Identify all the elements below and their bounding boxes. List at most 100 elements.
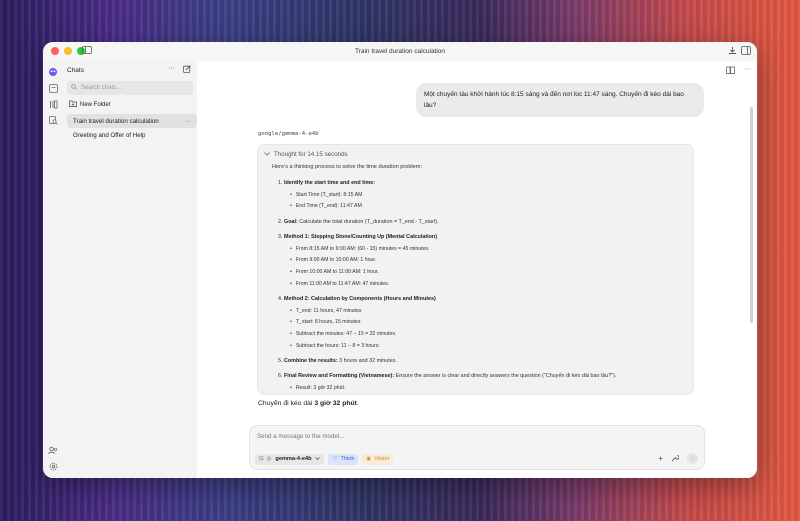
step-number: 4. (278, 295, 283, 302)
tools-icon[interactable] (671, 454, 680, 464)
thought-panel: Thought for 14.15 seconds Here's a think… (257, 144, 694, 395)
message-composer: ⊡ ◎ gemma-4-e4b ♡ Think ◉ Vision + (249, 425, 705, 470)
bullet-text: Result: 3 giờ 32 phút. (295, 384, 346, 391)
chevron-down-icon (315, 456, 321, 462)
library-icon[interactable] (48, 99, 58, 109)
sidebar-title: Chats (67, 67, 84, 74)
step-number: 1. (278, 180, 283, 186)
app-logo-icon[interactable] (48, 67, 58, 77)
model-selector-label: gemma-4-e4b (275, 456, 312, 462)
answer-suffix: . (356, 400, 359, 407)
bullet-dot-icon: • (290, 307, 292, 314)
step-heading: Identify the start time and end time: (284, 180, 376, 186)
panel-toggle-icon[interactable] (741, 46, 751, 57)
folder-plus-icon (69, 100, 77, 109)
search-files-icon[interactable] (48, 115, 58, 125)
add-icon[interactable]: + (658, 454, 663, 463)
thought-bullet: • Subtract the minutes: 47 − 15 = 32 minu… (290, 331, 396, 337)
thought-step: 4. Method 2: Calculation by Components (… (278, 296, 436, 302)
model-settings-icon: ◎ (266, 456, 272, 462)
thought-step: 2. Goal: Calculate the total duration (T… (278, 219, 439, 225)
more-options-icon[interactable]: ··· (168, 65, 175, 75)
think-label: Think (340, 456, 355, 462)
chat-item[interactable]: Greeting and Offer of Help (67, 128, 197, 142)
titlebar: Train travel duration calculation (43, 42, 757, 62)
eye-icon: ◉ (366, 456, 372, 462)
thought-bullet: • T_start: 8 hours, 15 minutes (290, 319, 360, 325)
new-folder-button[interactable]: New Folder (69, 100, 111, 109)
conversation-panel: ··· Một chuyến tàu khởi hành lúc 8:15 sá… (197, 61, 757, 478)
step-heading: Method 1: Stepping Stone/Counting Up (Me… (284, 233, 438, 240)
thought-bullet: • Subtract the hours: 11 − 8 = 3 hours. (290, 343, 380, 349)
thought-step: 3. Method 1: Stepping Stone/Counting Up … (278, 234, 437, 240)
download-icon[interactable] (728, 46, 737, 57)
search-chats-box[interactable]: Search chats... (67, 81, 193, 95)
thought-bullet: • From 8:15 AM to 9:00 AM: (60 - 15) minu… (290, 246, 429, 252)
scrollbar[interactable] (750, 107, 753, 323)
users-icon[interactable] (48, 445, 58, 455)
model-selector[interactable]: ⊡ ◎ gemma-4-e4b (255, 453, 325, 465)
send-button[interactable]: ↑ (687, 453, 698, 464)
bullet-text: From 10:00 AM to 11:00 AM: 1 hour. (295, 268, 379, 275)
bullet-text: From 8:15 AM to 9:00 AM: (60 - 15) minut… (295, 245, 430, 252)
thought-bullet: • From 9:00 AM to 10:00 AM: 1 hour. (290, 257, 376, 263)
bullet-dot-icon: • (290, 245, 292, 252)
bullet-dot-icon: • (290, 191, 292, 198)
chat-item-active[interactable]: Train travel duration calculation ··· (67, 114, 197, 128)
thought-bullet: • T_end: 11 hours, 47 minutes (290, 308, 361, 314)
settings-gear-icon[interactable] (48, 461, 58, 471)
search-icon (71, 84, 77, 92)
thought-intro: Here's a thinking process to solve the t… (272, 164, 422, 170)
thought-duration-label: Thought for 14.15 seconds (274, 151, 348, 158)
thought-bullet: • From 10:00 AM to 11:00 AM: 1 hour. (290, 269, 379, 275)
user-message-bubble: Một chuyến tàu khởi hành lúc 8:15 sáng v… (416, 83, 704, 117)
chat-item-label: Greeting and Offer of Help (73, 131, 146, 139)
assistant-answer: Chuyến đi kéo dài 3 giờ 32 phút. (258, 400, 359, 407)
chat-item-label: Train travel duration calculation (73, 117, 159, 125)
think-toggle[interactable]: ♡ Think (328, 453, 359, 465)
bullet-dot-icon: • (290, 319, 292, 326)
thought-bullet: • Result: 3 giờ 32 phút. (290, 385, 345, 391)
new-chat-icon[interactable] (183, 65, 191, 75)
chat-sidebar: Chats ··· Search chats... New Folder Tra… (63, 61, 198, 478)
vision-toggle[interactable]: ◉ Vision (362, 453, 394, 465)
bullet-text: Subtract the hours: 11 − 8 = 3 hours. (295, 342, 380, 349)
chat-more-icon[interactable]: ··· (184, 118, 191, 125)
thought-bullet: • From 11:00 AM to 11:47 AM: 47 minutes. (290, 281, 389, 287)
step-heading: Combine the results: (284, 357, 338, 364)
thought-step: 6. Final Review and Formatting (Vietname… (278, 373, 616, 379)
answer-bold: 3 giờ 32 phút (314, 400, 357, 407)
sidebar-actions: ··· (168, 65, 191, 75)
thought-bullet: • Start Time (T_start): 8:15 AM (290, 192, 362, 198)
vision-label: Vision (374, 456, 390, 462)
bullet-dot-icon: • (290, 268, 292, 275)
step-heading: Final Review and Formatting (Vietnamese)… (284, 373, 395, 379)
bullet-dot-icon: • (290, 384, 292, 391)
bullet-text: T_start: 8 hours, 15 minutes (295, 319, 361, 326)
composer-actions: + ↑ (658, 453, 698, 464)
bullet-text: T_end: 11 hours, 47 minutes (295, 307, 362, 314)
new-folder-label: New Folder (80, 101, 111, 108)
message-input[interactable] (257, 433, 677, 440)
model-name-label: google/gemma-4-e4b (258, 131, 319, 137)
composer-controls: ⊡ ◎ gemma-4-e4b ♡ Think ◉ Vision (255, 453, 699, 465)
thought-step: 5. Combine the results: 3 hours and 32 m… (278, 358, 397, 364)
step-number: 3. (278, 233, 283, 240)
book-icon[interactable] (726, 66, 735, 76)
step-number: 2. (278, 218, 283, 225)
bullet-dot-icon: • (290, 280, 292, 287)
thought-step: 1. Identify the start time and end time: (278, 180, 375, 186)
bullet-text: From 9:00 AM to 10:00 AM: 1 hour. (295, 257, 377, 264)
chat-icon[interactable] (48, 83, 58, 93)
app-window: Train travel duration calculation Chats (43, 42, 757, 478)
bullet-dot-icon: • (290, 330, 292, 337)
overflow-menu-icon[interactable]: ··· (744, 66, 751, 76)
bullet-text: End Time (T_end): 11:47 AM (295, 203, 362, 210)
step-heading: Method 2: Calculation by Components (Hou… (284, 295, 436, 302)
bullet-text: Subtract the minutes: 47 − 15 = 32 minut… (295, 330, 397, 337)
chevron-down-icon (264, 151, 270, 158)
bullet-text: Start Time (T_start): 8:15 AM (295, 191, 363, 198)
lock-icon: ⊡ (259, 456, 264, 462)
thought-toggle[interactable]: Thought for 14.15 seconds (264, 151, 348, 158)
bullet-text: From 11:00 AM to 11:47 AM: 47 minutes. (295, 280, 390, 287)
